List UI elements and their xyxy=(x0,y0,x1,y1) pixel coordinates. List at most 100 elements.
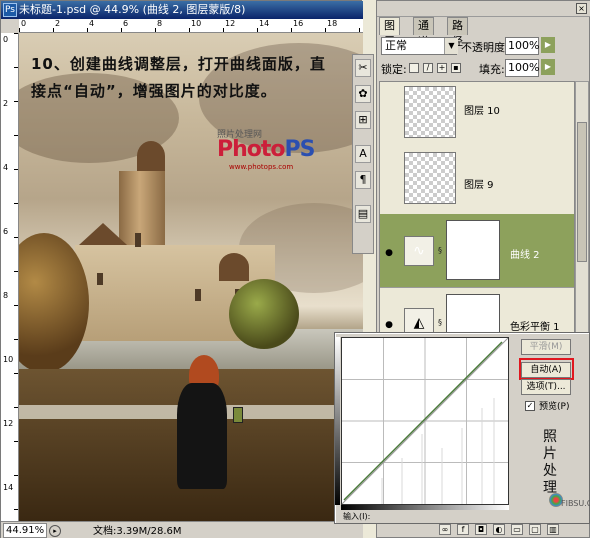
input-label: 输入(I): xyxy=(343,512,371,521)
document-statusbar: 44.91% ▸ 文档:3.39M/28.6M xyxy=(1,521,363,538)
layer-mask-thumbnail[interactable] xyxy=(446,220,500,280)
castle-window xyxy=(135,233,141,247)
ruler-tick-label: 14 xyxy=(259,19,270,28)
castle-window xyxy=(195,289,201,301)
fill-label: 填充: xyxy=(479,63,505,76)
preview-checkbox[interactable]: ✓ xyxy=(525,401,535,411)
ruler-tick-label: 0 xyxy=(21,19,27,28)
ruler-tick-label: 6 xyxy=(3,227,9,236)
ruler-tick-label: 4 xyxy=(89,19,95,28)
link-icon[interactable]: § xyxy=(438,318,442,327)
character-icon[interactable]: A xyxy=(355,145,371,163)
smooth-button[interactable]: 平滑(M) xyxy=(521,339,571,355)
layer-thumbnail xyxy=(404,152,456,204)
input-gradient-bar xyxy=(341,505,509,510)
fill-slider-icon[interactable]: ▶ xyxy=(541,59,555,75)
woman-figure xyxy=(177,383,227,489)
layer-row-10[interactable]: 图层 10 xyxy=(380,82,574,152)
ruler-left[interactable]: 0 2 4 6 8 10 12 14 xyxy=(1,33,19,521)
tool-strip: ✂ ✿ ⊞ A ¶ ▤ xyxy=(352,54,374,254)
options-button[interactable]: 选项(T)... xyxy=(521,379,571,395)
stamp-icon[interactable]: ✿ xyxy=(355,85,371,103)
layer-name[interactable]: 曲线 2 xyxy=(510,246,540,261)
ruler-tick-label: 0 xyxy=(3,35,9,44)
tab-channels[interactable]: 通道 xyxy=(413,17,434,48)
curves-plot[interactable] xyxy=(341,337,509,505)
tower-dome xyxy=(137,141,165,171)
ruler-tick-label: 10 xyxy=(191,19,202,28)
tab-layers[interactable]: 图层 xyxy=(379,17,400,48)
lock-all-icon[interactable]: ▪ xyxy=(451,63,461,73)
scroll-thumb[interactable] xyxy=(577,122,587,262)
small-tower-roof xyxy=(219,253,249,281)
output-gradient-bar xyxy=(335,337,340,505)
blend-mode-value: 正常 xyxy=(385,39,407,52)
layer-name[interactable]: 图层 9 xyxy=(464,176,494,191)
ruler-tick-label: 18 xyxy=(327,19,338,28)
tutorial-text: 10、创建曲线调整层，打开曲线面版，直接点“自动”，增强图片的对比度。 xyxy=(31,55,326,100)
link-layers-icon[interactable]: ∞ xyxy=(439,524,451,535)
opacity-input[interactable]: 100% xyxy=(505,37,539,55)
mask-icon[interactable]: ◘ xyxy=(475,524,487,535)
group-icon[interactable]: ▭ xyxy=(511,524,523,535)
paragraph-icon[interactable]: ¶ xyxy=(355,171,371,189)
layer-row-curves[interactable]: ● ∿ § 曲线 2 xyxy=(380,214,574,288)
opacity-slider-icon[interactable]: ▶ xyxy=(541,37,555,53)
ruler-tick-label: 6 xyxy=(123,19,129,28)
ruler-tick-label: 16 xyxy=(293,19,304,28)
layer-name[interactable]: 色彩平衡 1 xyxy=(510,318,560,333)
watermark-logo: PhotoPS xyxy=(217,137,315,162)
new-layer-icon[interactable]: ▢ xyxy=(529,524,541,535)
layer-comps-icon[interactable]: ▤ xyxy=(355,205,371,223)
eye-icon[interactable]: ● xyxy=(382,246,396,260)
status-menu-icon[interactable]: ▸ xyxy=(49,525,61,537)
preview-label: 预览(P) xyxy=(539,402,570,412)
close-icon[interactable]: × xyxy=(576,3,587,14)
chevron-down-icon[interactable]: ▼ xyxy=(444,38,458,54)
blend-row: 正常 ▼ 不透明度: 100% ▶ xyxy=(379,37,589,57)
lantern xyxy=(233,407,243,423)
ruler-tick-label: 8 xyxy=(3,291,9,300)
histogram xyxy=(381,398,495,504)
ruler-tick-label: 12 xyxy=(3,419,14,428)
canvas-artwork[interactable]: 10、创建曲线调整层，打开曲线面版，直接点“自动”，增强图片的对比度。 照片处理… xyxy=(19,33,363,521)
fx-icon[interactable]: f xyxy=(457,524,469,535)
ruler-tick-label: 14 xyxy=(3,483,14,492)
adjustment-icon[interactable]: ◐ xyxy=(493,524,505,535)
ruler-tick-label: 12 xyxy=(225,19,236,28)
link-icon[interactable]: § xyxy=(438,246,442,255)
curves-graph[interactable] xyxy=(341,337,509,505)
lock-brush-icon[interactable]: / xyxy=(423,63,433,73)
watermark-logo-right: PS xyxy=(284,137,316,162)
blend-mode-select[interactable]: 正常 ▼ xyxy=(381,37,458,55)
layer-name[interactable]: 图层 10 xyxy=(464,102,500,117)
watermark-logo-left: Photo xyxy=(217,137,286,162)
ruler-top[interactable]: 0 2 4 6 8 10 12 14 16 18 xyxy=(19,19,363,33)
document-window: 未标题-1.psd @ 44.9% (曲线 2, 图层蒙版/8) Ps 0 2 4 6… xyxy=(0,0,363,538)
panel-header[interactable]: × xyxy=(377,1,590,17)
tab-paths[interactable]: 路径 xyxy=(447,17,468,48)
lock-move-icon[interactable]: + xyxy=(437,63,447,73)
scissors-icon[interactable]: ✂ xyxy=(355,59,371,77)
site-logo: FIBSU.COM xyxy=(561,499,590,508)
lock-transparency-icon[interactable] xyxy=(409,63,419,73)
visibility-toggle-icon[interactable] xyxy=(382,110,396,124)
visibility-toggle-icon[interactable] xyxy=(382,174,396,188)
zoom-field[interactable]: 44.91% xyxy=(3,523,47,538)
ruler-tick-label: 10 xyxy=(3,355,14,364)
fill-input[interactable]: 100% xyxy=(505,59,539,77)
layer-row-9[interactable]: 图层 9 xyxy=(380,146,574,216)
document-size: 文档:3.39M/28.6M xyxy=(93,526,182,537)
lock-row: 锁定: / + ▪ 填充: 100% ▶ xyxy=(379,59,589,79)
opacity-label: 不透明度: xyxy=(461,41,509,54)
auto-button[interactable]: 自动(A) xyxy=(521,362,571,378)
document-title: 未标题-1.psd @ 44.9% (曲线 2, 图层蒙版/8) xyxy=(19,3,246,16)
photoshop-icon: Ps xyxy=(3,3,17,17)
grid-icon[interactable]: ⊞ xyxy=(355,111,371,129)
ruler-tick-label: 2 xyxy=(55,19,61,28)
eye-icon[interactable]: ● xyxy=(382,318,396,332)
document-titlebar[interactable]: 未标题-1.psd @ 44.9% (曲线 2, 图层蒙版/8) xyxy=(1,1,363,19)
trash-icon[interactable]: ▥ xyxy=(547,524,559,535)
ruler-tick-label: 8 xyxy=(157,19,163,28)
tree-right xyxy=(229,279,299,349)
